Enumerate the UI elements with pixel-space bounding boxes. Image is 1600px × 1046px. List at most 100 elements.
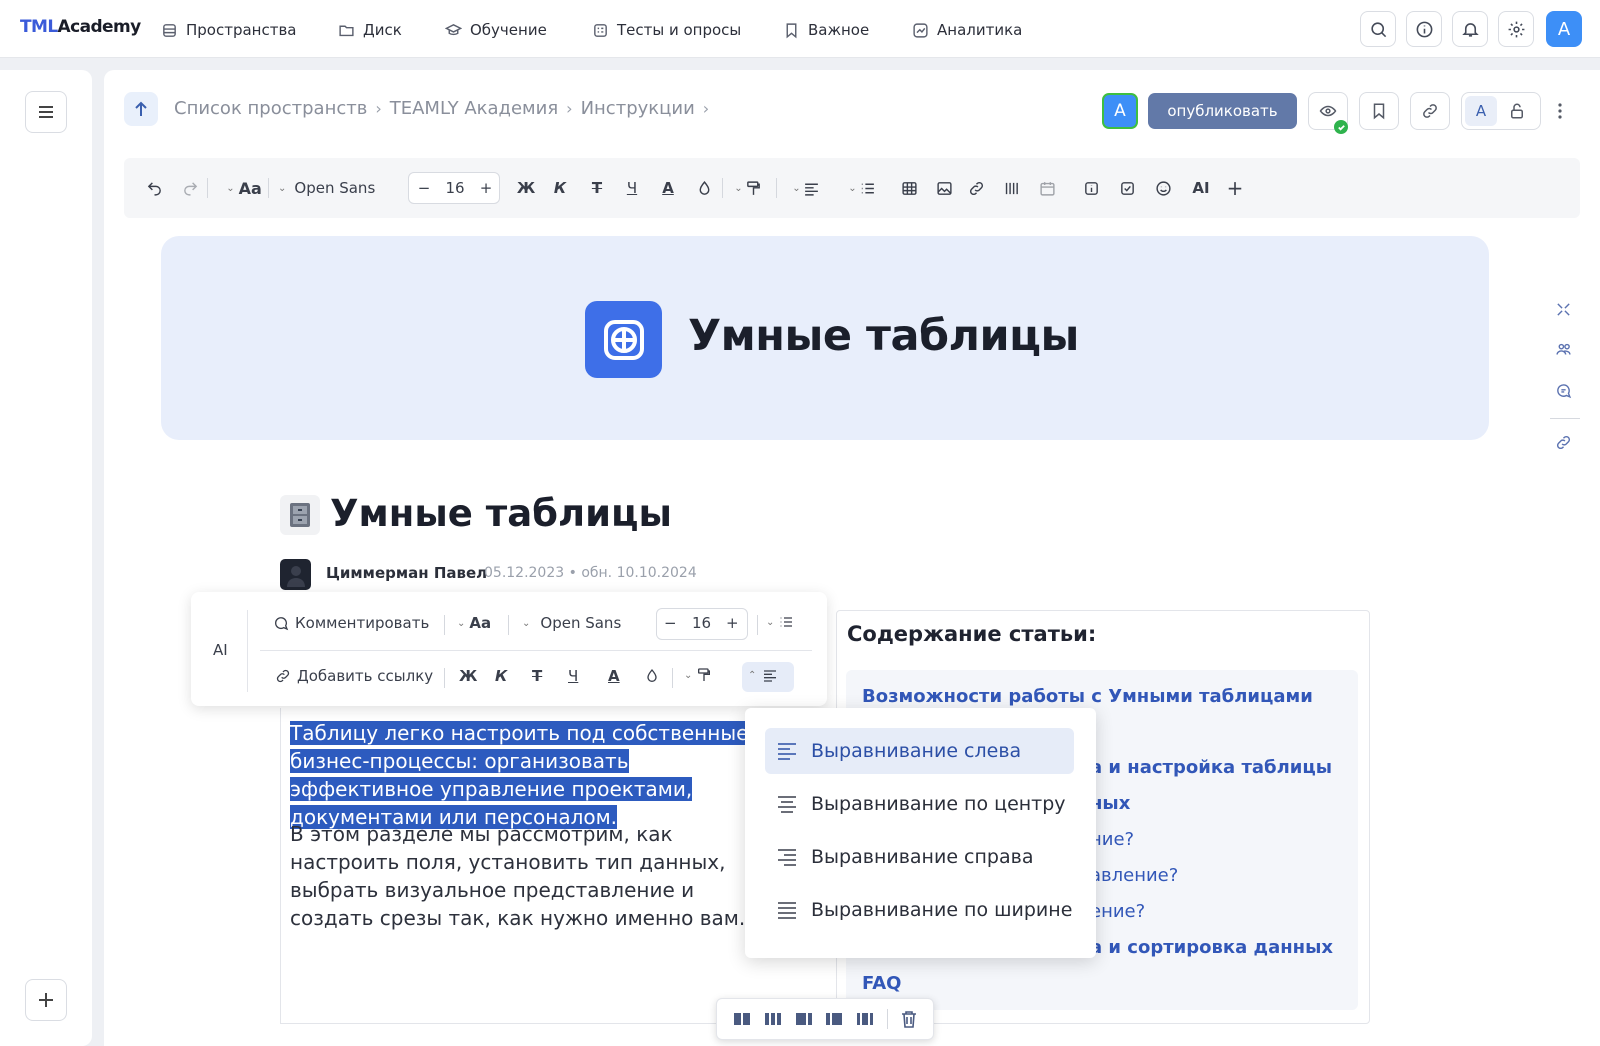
checkbox-icon[interactable] <box>1116 177 1138 199</box>
menu-toggle-button[interactable] <box>25 91 67 133</box>
add-link-button[interactable]: Добавить ссылку <box>275 667 433 685</box>
selected-paragraph[interactable]: Таблицу легко настроить под собственные … <box>290 719 760 831</box>
font-size-value[interactable]: 16 <box>440 177 470 199</box>
list-dropdown[interactable]: ⌄ <box>842 177 882 199</box>
text-style-dropdown[interactable]: ⌄ Aa <box>457 614 491 632</box>
font-family-dropdown[interactable]: ⌄ Open Sans <box>278 177 390 199</box>
author-name[interactable]: Циммерман Павел <box>326 564 487 582</box>
article-title[interactable]: Умные таблицы <box>330 492 672 535</box>
font-family-dropdown[interactable]: ⌄ Open Sans <box>522 614 621 632</box>
link-icon[interactable] <box>1555 434 1575 454</box>
app-logo[interactable]: TMLAcademy <box>20 17 141 37</box>
nav-spaces[interactable]: Пространства <box>161 18 297 42</box>
increase-size-button[interactable]: + <box>476 177 496 199</box>
nav-learning[interactable]: Обучение <box>445 18 547 42</box>
comment-button[interactable]: Комментировать <box>273 614 429 632</box>
ai-button[interactable]: AI <box>213 641 228 659</box>
trash-icon[interactable] <box>901 1010 917 1028</box>
breadcrumb-item[interactable]: Список пространств <box>174 98 367 119</box>
alignment-toggle[interactable]: ⌃ <box>748 667 778 683</box>
underline-button[interactable]: Ч <box>568 667 578 685</box>
info-block-icon[interactable] <box>1080 177 1102 199</box>
search-button[interactable] <box>1360 11 1396 47</box>
link-icon <box>1421 102 1439 120</box>
text-color-button[interactable]: A <box>608 667 620 685</box>
nav-analytics-label: Аналитика <box>937 21 1023 39</box>
toc-link[interactable]: а и сортировка данных <box>1090 937 1333 958</box>
arrow-up-icon <box>133 100 149 118</box>
layout-wide-center-icon[interactable] <box>856 1011 874 1027</box>
bold-button[interactable]: Ж <box>516 177 536 199</box>
align-right-option[interactable]: Выравнивание справа <box>765 834 1074 880</box>
breadcrumb-item[interactable]: Инструкции <box>581 98 695 119</box>
user-avatar[interactable]: A <box>1546 11 1582 47</box>
settings-button[interactable] <box>1498 11 1534 47</box>
toc-link[interactable]: FAQ <box>862 973 901 994</box>
underline-button[interactable]: Ч <box>622 177 642 199</box>
strikethrough-button[interactable]: Т <box>532 667 542 685</box>
toc-link[interactable]: ение? <box>1090 901 1145 922</box>
text-color-button[interactable]: A <box>658 177 678 199</box>
decrease-size-button[interactable]: − <box>414 177 434 199</box>
text-style-dropdown[interactable]: ⌄ Aa <box>214 177 274 199</box>
cabinet-icon[interactable] <box>280 495 320 535</box>
toc-link[interactable]: а и настройка таблицы <box>1090 757 1332 778</box>
nav-tests[interactable]: Тесты и опросы <box>592 18 741 42</box>
publish-button[interactable]: опубликовать <box>1148 93 1297 129</box>
nav-spaces-label: Пространства <box>186 21 297 39</box>
toc-link[interactable]: Возможности работы с Умными таблицами <box>862 686 1313 707</box>
increase-size-button[interactable]: + <box>726 614 739 632</box>
layout-wide-left-icon[interactable] <box>795 1011 813 1027</box>
breadcrumb-item[interactable]: TEAMLY Академия <box>390 98 558 119</box>
image-icon[interactable] <box>933 177 955 199</box>
author-avatar[interactable] <box>280 559 311 590</box>
users-icon[interactable] <box>1555 341 1575 361</box>
info-button[interactable] <box>1406 11 1442 47</box>
font-size-value[interactable]: 16 <box>692 614 711 632</box>
more-icon[interactable] <box>1550 101 1570 121</box>
layout-two-columns-icon[interactable] <box>733 1011 751 1027</box>
navigate-up-button[interactable] <box>124 92 158 126</box>
redo-icon[interactable] <box>180 177 200 199</box>
toc-link[interactable]: авление? <box>1090 865 1178 886</box>
emoji-icon[interactable] <box>1152 177 1174 199</box>
nav-important[interactable]: Важное <box>783 18 869 42</box>
calendar-icon[interactable] <box>1036 177 1058 199</box>
columns-icon[interactable] <box>1000 177 1022 199</box>
format-painter-button[interactable]: ⌄ <box>684 667 712 683</box>
nav-disk[interactable]: Диск <box>338 18 402 42</box>
align-justify-option[interactable]: Выравнивание по ширине <box>765 887 1074 933</box>
notifications-button[interactable] <box>1452 11 1488 47</box>
add-button[interactable] <box>25 979 67 1021</box>
align-center-option[interactable]: Выравнивание по центру <box>765 781 1074 827</box>
editor-avatar[interactable]: A <box>1102 93 1138 129</box>
undo-icon[interactable] <box>144 177 164 199</box>
copy-link-button[interactable] <box>1410 92 1450 130</box>
language-badge[interactable]: A <box>1465 96 1497 126</box>
body-paragraph[interactable]: В этом разделе мы рассмотрим, как настро… <box>290 820 750 932</box>
align-left-option[interactable]: Выравнивание слева <box>765 728 1074 774</box>
highlight-icon[interactable] <box>644 668 660 684</box>
italic-button[interactable]: К <box>495 667 507 685</box>
nav-analytics[interactable]: Аналитика <box>912 18 1022 42</box>
highlight-icon[interactable] <box>694 177 714 199</box>
alignment-dropdown[interactable]: ⌄ <box>786 177 826 199</box>
ai-button[interactable]: AI <box>1188 177 1214 199</box>
bookmark-button[interactable] <box>1359 92 1399 130</box>
link-icon[interactable] <box>965 177 987 199</box>
comments-icon[interactable] <box>1555 382 1575 402</box>
layout-three-columns-icon[interactable] <box>764 1011 782 1027</box>
list-dropdown[interactable]: ⌄ <box>766 614 794 630</box>
toc-link[interactable]: ных <box>1090 793 1130 814</box>
toc-link[interactable]: ние? <box>1090 829 1134 850</box>
strikethrough-button[interactable]: Т <box>587 177 607 199</box>
table-icon[interactable] <box>898 177 920 199</box>
bold-button[interactable]: Ж <box>459 667 477 685</box>
insert-more-button[interactable]: + <box>1224 176 1246 200</box>
italic-button[interactable]: К <box>550 177 570 199</box>
collapse-icon[interactable] <box>1555 301 1575 321</box>
format-painter-button[interactable]: ⌄ <box>728 177 768 199</box>
lock-icon[interactable] <box>1508 101 1528 121</box>
decrease-size-button[interactable]: − <box>664 614 677 632</box>
layout-wide-right-icon[interactable] <box>825 1011 843 1027</box>
